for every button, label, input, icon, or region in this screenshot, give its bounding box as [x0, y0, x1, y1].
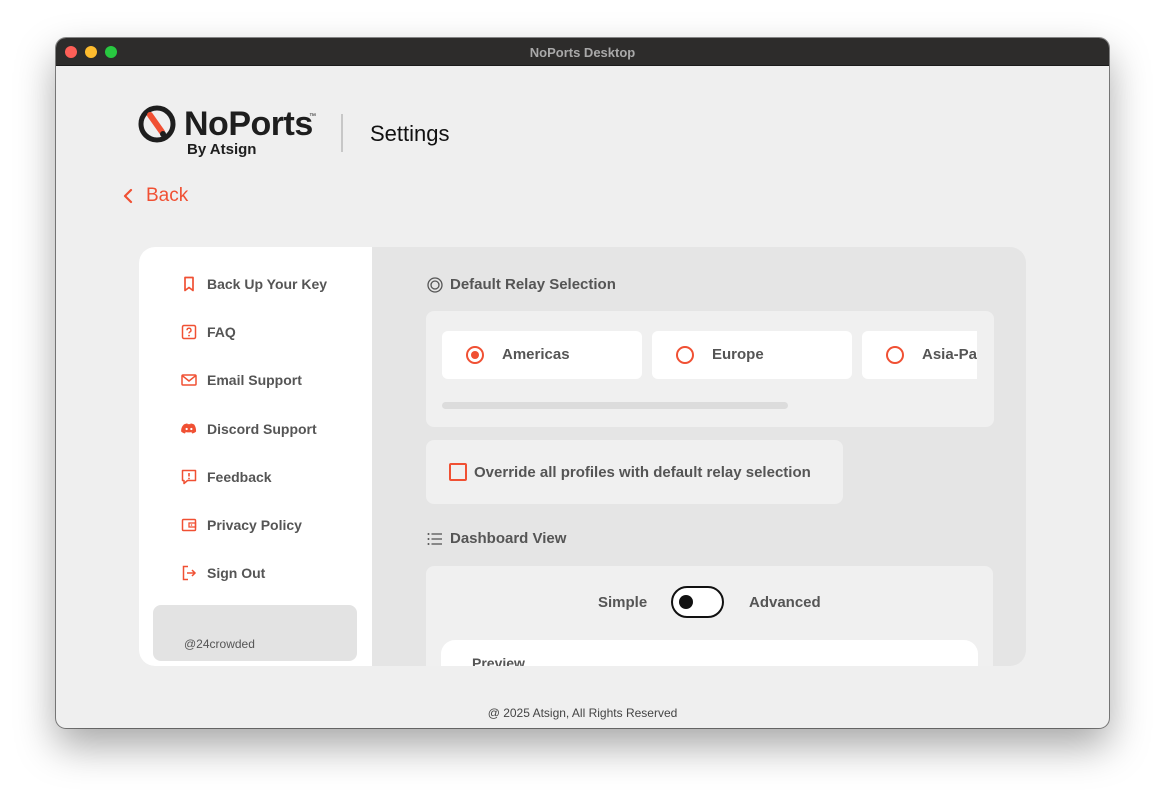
override-relay-label[interactable]: Override all profiles with default relay…: [474, 464, 811, 481]
window-title: NoPorts Desktop: [529, 45, 636, 60]
header-divider: [341, 114, 343, 152]
toggle-knob: [679, 595, 693, 609]
sidebar-item-label: Discord Support: [207, 421, 317, 437]
wallet-icon: [181, 517, 197, 533]
sidebar-item-discord-support[interactable]: Discord Support: [181, 417, 317, 441]
relay-option-americas[interactable]: Americas: [442, 331, 642, 379]
preview-label: Preview: [472, 655, 525, 666]
dashboard-preview-card: Preview: [441, 640, 978, 666]
sidebar-item-sign-out[interactable]: Sign Out: [181, 561, 265, 585]
list-icon: [427, 532, 442, 545]
sidebar-item-back-up-key[interactable]: Back Up Your Key: [181, 272, 327, 296]
relay-radio-americas[interactable]: [466, 346, 484, 364]
trademark-mark: ™: [309, 113, 316, 120]
sign-out-icon: [181, 565, 197, 581]
relay-option-label: Europe: [712, 346, 764, 363]
relay-horizontal-scrollbar[interactable]: [442, 402, 788, 409]
brand-tagline: By Atsign: [187, 141, 257, 158]
sidebar-item-label: Feedback: [207, 469, 272, 485]
help-square-icon: [181, 324, 197, 340]
feedback-icon: [181, 469, 197, 485]
current-user-atsign: @24crowded: [184, 637, 255, 651]
discord-icon: [181, 421, 197, 437]
relay-option-label: Americas: [502, 346, 570, 363]
sidebar-item-label: FAQ: [207, 324, 236, 340]
dashboard-heading-text: Dashboard View: [450, 530, 567, 547]
override-relay-checkbox[interactable]: [449, 463, 467, 481]
footer-copyright: @ 2025 Atsign, All Rights Reserved: [487, 706, 678, 720]
sidebar-item-feedback[interactable]: Feedback: [181, 465, 272, 489]
sidebar-item-faq[interactable]: FAQ: [181, 320, 236, 344]
mail-icon: [181, 372, 197, 388]
sidebar-item-email-support[interactable]: Email Support: [181, 368, 302, 392]
relay-target-icon: [427, 276, 443, 293]
advanced-view-label: Advanced: [749, 594, 821, 611]
relay-radio-asia-pacific[interactable]: [886, 346, 904, 364]
relay-heading-text: Default Relay Selection: [450, 276, 616, 293]
dashboard-view-box: Simple Advanced Preview: [426, 566, 993, 666]
dashboard-section-heading: Dashboard View: [427, 530, 566, 547]
dashboard-view-toggle[interactable]: [671, 586, 724, 618]
simple-view-label: Simple: [598, 594, 648, 611]
sidebar-item-label: Email Support: [207, 372, 302, 388]
noports-logo-icon: [138, 105, 176, 143]
relay-radio-europe[interactable]: [676, 346, 694, 364]
relay-option-label: Asia-Pacific: [922, 346, 977, 363]
sidebar-item-label: Privacy Policy: [207, 517, 302, 533]
back-button[interactable]: Back: [122, 185, 188, 207]
sidebar-item-privacy-policy[interactable]: Privacy Policy: [181, 513, 302, 537]
relay-option-asia-pacific[interactable]: Asia-Pacific: [862, 331, 977, 379]
chevron-left-icon: [123, 188, 133, 204]
relay-option-europe[interactable]: Europe: [652, 331, 852, 379]
back-label: Back: [146, 185, 189, 206]
title-bar: NoPorts Desktop: [56, 38, 1109, 66]
relay-options-box: Americas Europe Asia-Pacific: [426, 311, 994, 427]
app-window: NoPorts Desktop NoPorts ™ By Atsign Sett…: [56, 38, 1109, 728]
noports-logo: NoPorts ™ By Atsign: [138, 105, 318, 161]
settings-sidebar: Back Up Your Key FAQ Email Support Disco…: [139, 247, 372, 666]
relay-section-heading: Default Relay Selection: [427, 276, 616, 293]
brand-name: NoPorts: [184, 105, 313, 143]
page-title: Settings: [370, 121, 450, 146]
relay-options-scroller[interactable]: Americas Europe Asia-Pacific: [442, 331, 977, 379]
settings-panel: Back Up Your Key FAQ Email Support Disco…: [139, 247, 1026, 666]
current-user-card: @24crowded: [153, 605, 357, 661]
bookmark-icon: [181, 276, 197, 292]
sidebar-item-label: Back Up Your Key: [207, 276, 328, 292]
override-relay-box: Override all profiles with default relay…: [426, 440, 843, 504]
sidebar-item-label: Sign Out: [207, 565, 266, 581]
